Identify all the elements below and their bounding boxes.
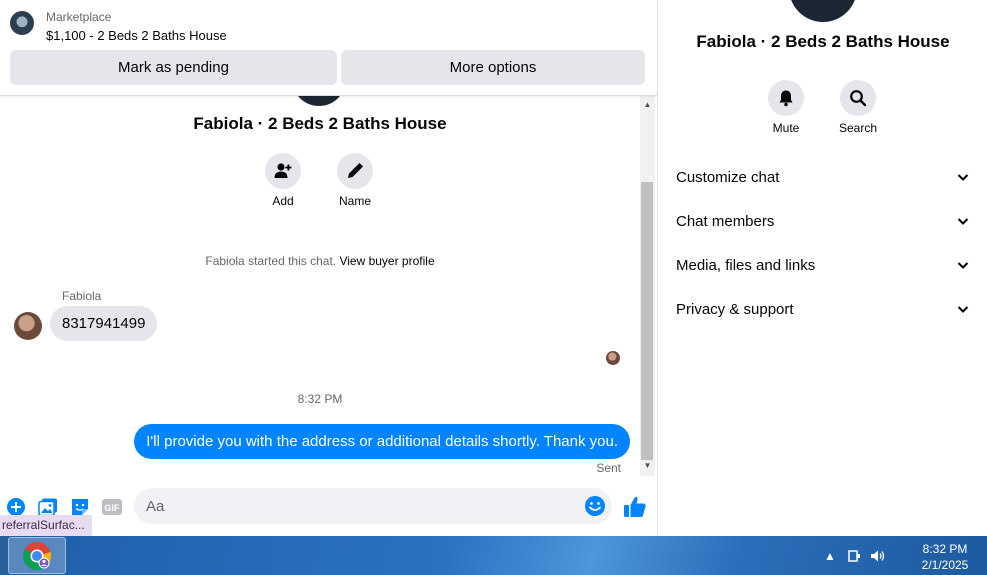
taskbar-chrome-button[interactable] bbox=[8, 537, 66, 574]
more-options-button[interactable]: More options bbox=[341, 50, 645, 85]
volume-icon[interactable] bbox=[870, 548, 886, 564]
search-icon bbox=[850, 90, 867, 107]
chevron-down-icon bbox=[957, 262, 969, 269]
gif-icon: GIF bbox=[102, 499, 122, 515]
scrollbar-thumb[interactable] bbox=[641, 182, 653, 460]
chevron-down-icon bbox=[957, 218, 969, 225]
show-hidden-icons-button[interactable]: ▲ bbox=[822, 548, 838, 564]
emoji-icon bbox=[585, 496, 605, 516]
sticker-icon bbox=[72, 499, 88, 515]
section-privacy-support[interactable]: Privacy & support bbox=[666, 289, 980, 329]
view-buyer-profile-link[interactable]: View buyer profile bbox=[339, 254, 434, 268]
clock-date[interactable]: 2/1/2025 bbox=[910, 558, 980, 572]
chat-started-notice: Fabiola started this chat. View buyer pr… bbox=[0, 254, 640, 268]
chevron-down-icon bbox=[957, 306, 969, 313]
clock-time[interactable]: 8:32 PM bbox=[910, 542, 980, 556]
info-thread-name: Fabiola · 2 Beds 2 Baths House bbox=[696, 32, 950, 51]
emoji-button[interactable] bbox=[584, 495, 606, 517]
conversation-info-panel: Fabiola · 2 Beds 2 Baths House Mute Sear… bbox=[657, 0, 987, 536]
start-button-edge[interactable] bbox=[0, 536, 6, 575]
marketplace-label: Marketplace bbox=[46, 10, 112, 24]
composer: GIF bbox=[0, 480, 657, 536]
gif-button[interactable]: GIF bbox=[101, 496, 123, 518]
thumbs-up-icon bbox=[624, 496, 646, 517]
section-label: Customize chat bbox=[676, 168, 780, 186]
gif-glyph: GIF bbox=[105, 503, 121, 513]
sender-avatar[interactable] bbox=[14, 312, 42, 340]
listing-title[interactable]: $1,100 - 2 Beds 2 Baths House bbox=[46, 28, 227, 43]
section-chat-members[interactable]: Chat members bbox=[666, 201, 980, 241]
sender-name: Fabiola bbox=[62, 289, 102, 303]
chat-scrollbar[interactable]: ▲ ▼ bbox=[640, 96, 655, 476]
name-label: Name bbox=[338, 194, 371, 208]
section-label: Media, files and links bbox=[676, 256, 816, 274]
bell-icon bbox=[779, 90, 793, 107]
like-button[interactable] bbox=[622, 494, 648, 520]
read-receipt-avatar bbox=[606, 351, 620, 365]
search-label: Search bbox=[838, 121, 878, 135]
scroll-down-arrow-icon[interactable]: ▼ bbox=[640, 461, 655, 473]
section-media-files-links[interactable]: Media, files and links bbox=[666, 245, 980, 285]
pencil-icon bbox=[348, 163, 363, 178]
section-customize-chat[interactable]: Customize chat bbox=[666, 157, 980, 197]
mute-label: Mute bbox=[772, 121, 800, 135]
search-button[interactable] bbox=[840, 80, 876, 116]
message-list: Fabiola · 2 Beds 2 Baths House Add Name bbox=[0, 96, 640, 476]
windows-taskbar: ▲ 8:32 PM 2/1/2025 bbox=[0, 536, 987, 575]
section-label: Privacy & support bbox=[676, 300, 794, 318]
chevron-down-icon bbox=[957, 174, 969, 181]
mute-button[interactable] bbox=[768, 80, 804, 116]
photo-icon bbox=[38, 498, 57, 517]
info-avatar[interactable] bbox=[789, 0, 857, 22]
message-timestamp: 8:32 PM bbox=[297, 392, 343, 406]
chat-pane: Marketplace $1,100 - 2 Beds 2 Baths Hous… bbox=[0, 0, 657, 536]
chrome-icon bbox=[22, 541, 52, 570]
incoming-message[interactable]: 8317941499 bbox=[50, 306, 158, 341]
mark-as-pending-button[interactable]: Mark as pending bbox=[10, 50, 337, 85]
plus-circle-icon bbox=[7, 498, 25, 516]
add-person-icon bbox=[274, 163, 292, 178]
network-icon[interactable] bbox=[846, 548, 862, 564]
chat-started-text: Fabiola started this chat. bbox=[205, 254, 337, 268]
scroll-up-arrow-icon[interactable]: ▲ bbox=[640, 100, 655, 112]
thread-name: Fabiola · 2 Beds 2 Baths House bbox=[193, 114, 447, 133]
message-input[interactable] bbox=[134, 488, 612, 524]
sent-status: Sent bbox=[596, 461, 621, 475]
add-label: Add bbox=[272, 194, 294, 208]
section-label: Chat members bbox=[676, 212, 775, 230]
listing-thumbnail[interactable] bbox=[10, 11, 34, 35]
screen: Marketplace $1,100 - 2 Beds 2 Baths Hous… bbox=[0, 0, 987, 575]
add-people-button[interactable] bbox=[265, 153, 301, 189]
thread-avatar bbox=[292, 96, 346, 106]
referral-surface-tooltip: referralSurfac... bbox=[0, 515, 92, 536]
power-plug-icon bbox=[848, 550, 860, 562]
outgoing-message[interactable]: I'll provide you with the address or add… bbox=[134, 424, 630, 459]
chat-header: Marketplace $1,100 - 2 Beds 2 Baths Hous… bbox=[0, 0, 657, 96]
name-button[interactable] bbox=[337, 153, 373, 189]
speaker-icon bbox=[871, 550, 885, 562]
